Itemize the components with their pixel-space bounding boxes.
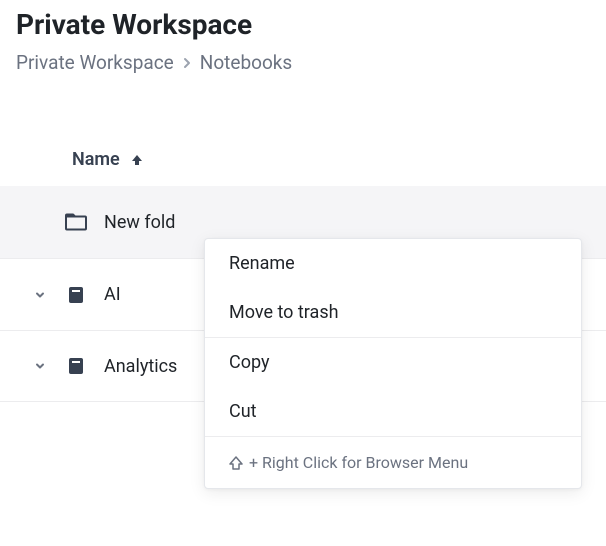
menu-footer-text: + Right Click for Browser Menu (249, 453, 468, 472)
breadcrumb-item-root[interactable]: Private Workspace (16, 51, 174, 74)
column-header-label: Name (72, 149, 120, 170)
sort-ascending-icon (130, 153, 144, 167)
folder-icon (64, 213, 88, 231)
chevron-right-icon (182, 56, 192, 70)
chevron-down-icon[interactable] (32, 360, 48, 372)
menu-item-copy[interactable]: Copy (205, 338, 581, 387)
shift-key-icon (229, 456, 243, 470)
menu-item-cut[interactable]: Cut (205, 387, 581, 436)
notebook-icon (64, 356, 88, 376)
breadcrumb: Private Workspace Notebooks (0, 51, 606, 94)
context-menu: Rename Move to trash Copy Cut + Right Cl… (204, 238, 582, 489)
breadcrumb-item-notebooks[interactable]: Notebooks (200, 51, 292, 74)
notebook-icon (64, 285, 88, 305)
menu-footer-hint: + Right Click for Browser Menu (205, 437, 581, 488)
row-label: New fold (104, 212, 590, 233)
menu-item-rename[interactable]: Rename (205, 239, 581, 288)
chevron-down-icon[interactable] (32, 289, 48, 301)
page-title: Private Workspace (0, 0, 606, 51)
column-header-name[interactable]: Name (0, 149, 606, 186)
menu-item-move-to-trash[interactable]: Move to trash (205, 288, 581, 337)
